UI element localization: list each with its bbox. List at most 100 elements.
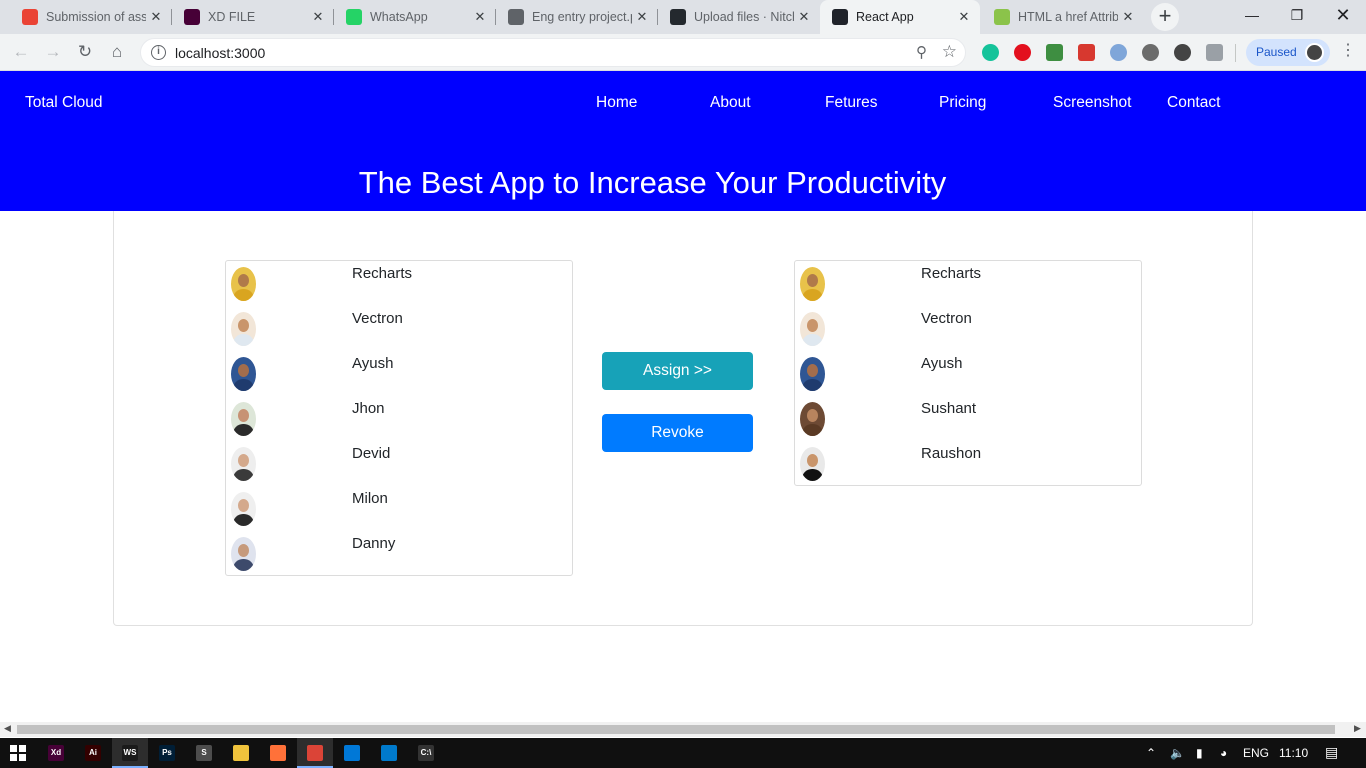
nav-home[interactable]: Home bbox=[596, 94, 637, 112]
avatar bbox=[231, 267, 256, 301]
maximize-button[interactable]: ❐ bbox=[1274, 0, 1320, 32]
language-indicator[interactable]: ENG bbox=[1243, 746, 1269, 760]
webstorm-taskbar-icon[interactable]: WS bbox=[112, 738, 148, 768]
browser-tab[interactable]: React App ✕ bbox=[820, 0, 980, 34]
battery-icon[interactable]: ▮ bbox=[1196, 746, 1203, 760]
tray-overflow-icon[interactable]: ⌃ bbox=[1146, 746, 1156, 760]
adobe-xd-taskbar-icon[interactable]: Xd bbox=[38, 738, 74, 768]
browser-tab[interactable]: HTML a href Attribute✕ bbox=[982, 0, 1144, 34]
clock[interactable]: 11:10 bbox=[1279, 746, 1308, 760]
vscode-taskbar-icon[interactable] bbox=[371, 738, 407, 768]
gmail-icon bbox=[22, 9, 38, 25]
photoshop-taskbar-icon[interactable]: Ps bbox=[149, 738, 185, 768]
grammarly-extension-icon[interactable] bbox=[982, 44, 999, 61]
close-window-button[interactable]: ✕ bbox=[1320, 0, 1366, 32]
nav-about[interactable]: About bbox=[710, 94, 751, 112]
extension-icon[interactable] bbox=[1206, 44, 1223, 61]
globe-icon bbox=[508, 9, 524, 25]
zoom-icon[interactable]: ⚲ bbox=[916, 43, 927, 61]
browser-tab[interactable]: Upload files · Nitch ✕ bbox=[658, 0, 820, 34]
windows-start-button[interactable] bbox=[0, 738, 36, 768]
nav-screenshot[interactable]: Screenshot bbox=[1053, 94, 1131, 112]
volume-icon[interactable]: 🔈 bbox=[1170, 746, 1185, 760]
forward-button[interactable]: → bbox=[41, 40, 65, 64]
store-taskbar-icon[interactable] bbox=[334, 738, 370, 768]
avatar bbox=[800, 267, 825, 301]
user-name: Devid bbox=[352, 445, 391, 462]
network-icon[interactable]: ◕ bbox=[1220, 746, 1227, 760]
scrollbar-thumb[interactable] bbox=[17, 725, 1335, 734]
extension-icon[interactable] bbox=[1110, 44, 1127, 61]
avatar bbox=[800, 312, 825, 346]
close-tab-icon[interactable]: ✕ bbox=[794, 9, 814, 25]
nav-features[interactable]: Fetures bbox=[825, 94, 878, 112]
close-tab-icon[interactable]: ✕ bbox=[470, 9, 490, 25]
hero-header: Total Cloud Home About Fetures Pricing S… bbox=[0, 71, 1366, 211]
chrome-taskbar-icon[interactable] bbox=[297, 738, 333, 768]
scroll-right-icon[interactable]: ▶ bbox=[1354, 723, 1361, 734]
user-name: Milon bbox=[352, 490, 388, 507]
list-item[interactable]: Raushon bbox=[795, 441, 1141, 486]
scroll-left-icon[interactable]: ◀ bbox=[4, 723, 11, 734]
user-name: Ayush bbox=[921, 355, 963, 372]
url-text[interactable]: localhost:3000 bbox=[175, 45, 265, 61]
list-item[interactable]: Vectron bbox=[226, 306, 572, 351]
extension-icon[interactable] bbox=[1078, 44, 1095, 61]
close-tab-icon[interactable]: ✕ bbox=[146, 9, 166, 25]
avatar bbox=[800, 447, 825, 481]
dark-mode-extension-icon[interactable] bbox=[1174, 44, 1191, 61]
opera-extension-icon[interactable] bbox=[1014, 44, 1031, 61]
browser-tab[interactable]: Submission of assignment✕ bbox=[10, 0, 172, 34]
list-item[interactable]: Vectron bbox=[795, 306, 1141, 351]
list-item[interactable]: Ayush bbox=[795, 351, 1141, 396]
back-button[interactable]: ← bbox=[9, 40, 33, 64]
user-name: Sushant bbox=[921, 400, 977, 417]
nav-contact[interactable]: Contact bbox=[1167, 94, 1220, 112]
site-info-icon[interactable]: i bbox=[151, 45, 166, 60]
list-item[interactable]: Recharts bbox=[795, 261, 1141, 306]
revoke-button[interactable]: Revoke bbox=[602, 414, 753, 452]
illustrator-taskbar-icon[interactable]: Ai bbox=[75, 738, 111, 768]
browser-toolbar: ← → ↻ ⌂ i localhost:3000 ⚲ ☆ Paused ⋮ bbox=[0, 34, 1366, 71]
profile-button[interactable]: Paused bbox=[1246, 39, 1330, 66]
nav-pricing[interactable]: Pricing bbox=[939, 94, 986, 112]
extension-icon[interactable] bbox=[1142, 44, 1159, 61]
close-tab-icon[interactable]: ✕ bbox=[308, 9, 328, 25]
browser-tab[interactable]: XD FILE ✕ bbox=[172, 0, 334, 34]
avatar bbox=[231, 312, 256, 346]
terminal-taskbar-icon[interactable]: C:\ bbox=[408, 738, 444, 768]
file-explorer-taskbar-icon[interactable] bbox=[223, 738, 259, 768]
assign-button[interactable]: Assign >> bbox=[602, 352, 753, 390]
address-bar[interactable]: i localhost:3000 ⚲ ☆ bbox=[140, 38, 966, 67]
close-tab-icon[interactable]: ✕ bbox=[1118, 9, 1138, 25]
list-item[interactable]: Danny bbox=[226, 531, 572, 576]
user-name: Vectron bbox=[352, 310, 403, 327]
avatar bbox=[231, 402, 256, 436]
list-item[interactable]: Milon bbox=[226, 486, 572, 531]
tab-title: React App bbox=[856, 10, 914, 24]
firefox-taskbar-icon[interactable] bbox=[260, 738, 296, 768]
browser-tab[interactable]: WhatsApp ✕ bbox=[334, 0, 496, 34]
list-item[interactable]: Sushant bbox=[795, 396, 1141, 441]
new-tab-button[interactable]: + bbox=[1151, 3, 1179, 31]
close-tab-icon[interactable]: ✕ bbox=[632, 9, 652, 25]
close-tab-icon[interactable]: ✕ bbox=[954, 9, 974, 25]
webstorm-icon: WS bbox=[122, 745, 138, 761]
notifications-icon[interactable]: ▤ bbox=[1325, 744, 1338, 761]
avatar bbox=[800, 357, 825, 391]
user-name: Danny bbox=[352, 535, 396, 552]
brand-logo[interactable]: Total Cloud bbox=[25, 94, 103, 112]
sublime-taskbar-icon[interactable]: S bbox=[186, 738, 222, 768]
list-item[interactable]: Ayush bbox=[226, 351, 572, 396]
reload-button[interactable]: ↻ bbox=[73, 40, 97, 64]
browser-tab[interactable]: Eng entry project.pdf✕ bbox=[496, 0, 658, 34]
extension-icon[interactable] bbox=[1046, 44, 1063, 61]
list-item[interactable]: Recharts bbox=[226, 261, 572, 306]
home-button[interactable]: ⌂ bbox=[105, 40, 129, 64]
bookmark-star-icon[interactable]: ☆ bbox=[942, 42, 957, 62]
list-item[interactable]: Devid bbox=[226, 441, 572, 486]
list-item[interactable]: Jhon bbox=[226, 396, 572, 441]
browser-menu-icon[interactable]: ⋮ bbox=[1340, 42, 1356, 60]
horizontal-scrollbar[interactable]: ◀ ▶ bbox=[0, 722, 1366, 737]
minimize-button[interactable]: — bbox=[1229, 0, 1275, 32]
